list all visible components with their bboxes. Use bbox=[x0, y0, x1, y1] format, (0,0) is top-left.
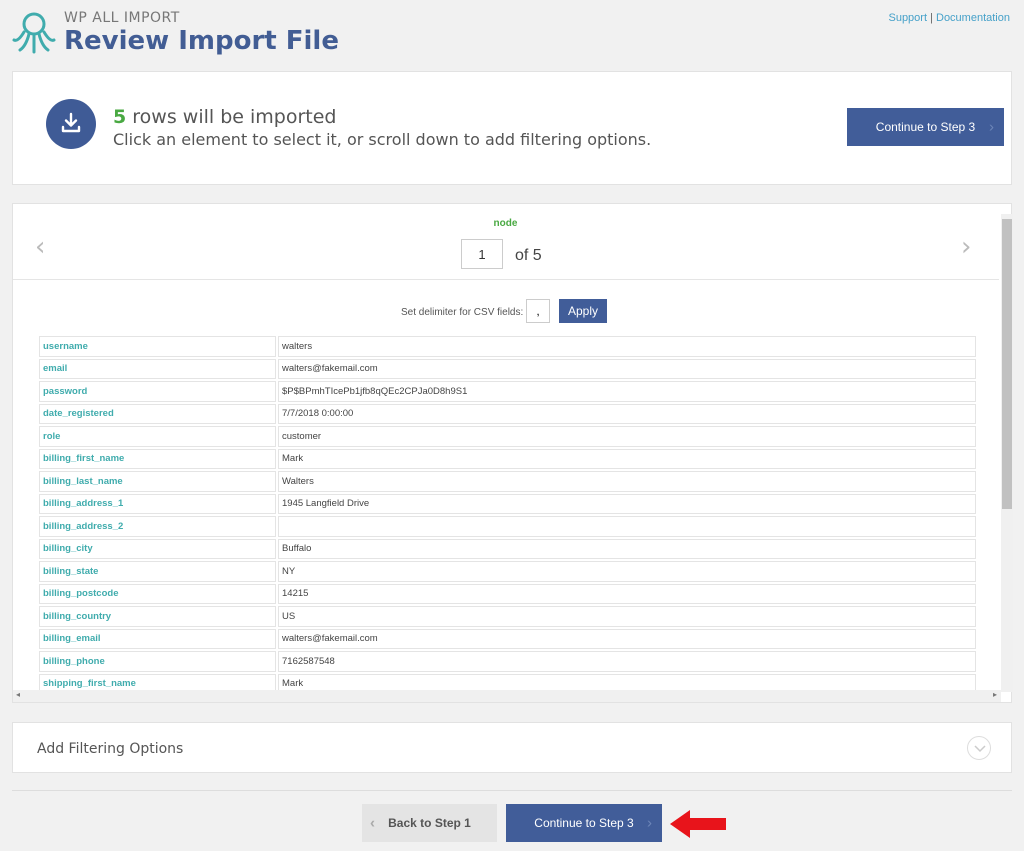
table-row[interactable]: billing_first_name Mark bbox=[39, 448, 976, 469]
field-key[interactable]: billing_postcode bbox=[39, 583, 276, 604]
delimiter-label: Set delimiter for CSV fields: bbox=[401, 307, 524, 318]
record-table-wrap: username walters email walters@fakemail.com… bbox=[37, 334, 977, 690]
field-key[interactable]: billing_first_name bbox=[39, 448, 276, 469]
table-row[interactable]: billing_last_name Walters bbox=[39, 471, 976, 492]
page-title: Review Import File bbox=[64, 26, 339, 56]
vertical-scrollbar[interactable] bbox=[1001, 214, 1013, 692]
table-row[interactable]: date_registered 7/7/2018 0:00:00 bbox=[39, 403, 976, 424]
continue-label: Continue to Step 3 bbox=[875, 120, 976, 134]
node-label: node bbox=[493, 218, 518, 229]
table-row[interactable]: username walters bbox=[39, 336, 976, 357]
record-number-input[interactable] bbox=[461, 239, 503, 269]
table-row[interactable]: billing_city Buffalo bbox=[39, 538, 976, 559]
record-total: of 5 bbox=[515, 247, 542, 264]
prev-record-chevron-left-icon[interactable]: ‹ bbox=[35, 232, 45, 262]
delimiter-input[interactable] bbox=[526, 299, 550, 323]
continue-label-bottom: Continue to Step 3 bbox=[534, 816, 634, 830]
vertical-scrollbar-thumb[interactable] bbox=[1002, 219, 1012, 509]
chevron-right-icon: › bbox=[647, 814, 652, 832]
field-value[interactable]: 7/7/2018 0:00:00 bbox=[278, 403, 976, 424]
field-value[interactable]: US bbox=[278, 606, 976, 627]
field-value[interactable]: Buffalo bbox=[278, 538, 976, 559]
field-value[interactable]: 7162587548 bbox=[278, 651, 976, 672]
record-viewer: node ‹ › of 5 Set delimiter for CSV fiel… bbox=[12, 203, 1013, 703]
field-value[interactable]: walters@fakemail.com bbox=[278, 358, 976, 379]
octopus-logo-icon bbox=[12, 12, 56, 54]
field-key[interactable]: username bbox=[39, 336, 276, 357]
next-record-chevron-right-icon[interactable]: › bbox=[961, 232, 971, 262]
link-separator: | bbox=[930, 12, 933, 24]
table-row[interactable]: email walters@fakemail.com bbox=[39, 358, 976, 379]
record-table-body: username walters email walters@fakemail.com… bbox=[39, 336, 976, 690]
import-summary-panel: 5 rows will be imported Click an element… bbox=[12, 71, 1012, 185]
horizontal-scrollbar[interactable]: ◂ ▸ bbox=[13, 690, 1001, 702]
table-row[interactable]: billing_postcode 14215 bbox=[39, 583, 976, 604]
field-key[interactable]: billing_state bbox=[39, 561, 276, 582]
field-key[interactable]: billing_address_2 bbox=[39, 516, 276, 537]
rows-count-line: 5 rows will be imported bbox=[113, 106, 336, 128]
field-value[interactable]: walters bbox=[278, 336, 976, 357]
chevron-left-icon: ‹ bbox=[370, 814, 375, 832]
field-key[interactable]: billing_city bbox=[39, 538, 276, 559]
continue-to-step-3-button-top[interactable]: Continue to Step 3 › bbox=[847, 108, 1004, 146]
field-key[interactable]: shipping_first_name bbox=[39, 673, 276, 690]
field-value[interactable]: 1945 Langfield Drive bbox=[278, 493, 976, 514]
continue-to-step-3-button-bottom[interactable]: Continue to Step 3 › bbox=[506, 804, 662, 842]
table-row[interactable]: role customer bbox=[39, 426, 976, 447]
table-row[interactable]: billing_address_2 bbox=[39, 516, 976, 537]
filtering-options-panel[interactable]: Add Filtering Options bbox=[12, 722, 1012, 773]
expand-filtering-toggle[interactable] bbox=[967, 736, 991, 760]
download-badge bbox=[46, 99, 96, 149]
field-value[interactable]: NY bbox=[278, 561, 976, 582]
field-key[interactable]: billing_address_1 bbox=[39, 493, 276, 514]
apply-delimiter-button[interactable]: Apply bbox=[559, 299, 607, 323]
table-row[interactable]: billing_email walters@fakemail.com bbox=[39, 628, 976, 649]
selection-hint: Click an element to select it, or scroll… bbox=[113, 130, 652, 149]
chevron-down-icon bbox=[974, 745, 986, 753]
header: WP ALL IMPORT Review Import File Support… bbox=[0, 0, 1024, 70]
scroll-right-icon[interactable]: ▸ bbox=[993, 690, 997, 699]
chevron-right-icon: › bbox=[989, 118, 994, 136]
footer-divider bbox=[12, 790, 1012, 791]
field-value[interactable]: Mark bbox=[278, 448, 976, 469]
field-value[interactable]: $P$BPmhTIcePb1jfb8qQEc2CPJa0D8h9S1 bbox=[278, 381, 976, 402]
field-value[interactable]: customer bbox=[278, 426, 976, 447]
back-label: Back to Step 1 bbox=[388, 816, 471, 830]
red-arrow-icon bbox=[670, 810, 726, 838]
support-link[interactable]: Support bbox=[888, 12, 927, 24]
field-key[interactable]: date_registered bbox=[39, 403, 276, 424]
table-row[interactable]: billing_state NY bbox=[39, 561, 976, 582]
table-row[interactable]: shipping_first_name Mark bbox=[39, 673, 976, 690]
field-key[interactable]: billing_last_name bbox=[39, 471, 276, 492]
table-row[interactable]: billing_address_1 1945 Langfield Drive bbox=[39, 493, 976, 514]
back-to-step-1-button[interactable]: ‹ Back to Step 1 bbox=[362, 804, 497, 842]
field-key[interactable]: email bbox=[39, 358, 276, 379]
field-key[interactable]: billing_email bbox=[39, 628, 276, 649]
table-row[interactable]: billing_country US bbox=[39, 606, 976, 627]
table-row[interactable]: billing_phone 7162587548 bbox=[39, 651, 976, 672]
field-value[interactable]: 14215 bbox=[278, 583, 976, 604]
field-key[interactable]: billing_phone bbox=[39, 651, 276, 672]
download-icon bbox=[61, 112, 81, 133]
field-key[interactable]: role bbox=[39, 426, 276, 447]
record-table: username walters email walters@fakemail.com… bbox=[37, 334, 977, 690]
documentation-link[interactable]: Documentation bbox=[936, 12, 1010, 24]
table-row[interactable]: password $P$BPmhTIcePb1jfb8qQEc2CPJa0D8h9… bbox=[39, 381, 976, 402]
field-value[interactable]: Mark bbox=[278, 673, 976, 690]
field-value[interactable]: walters@fakemail.com bbox=[278, 628, 976, 649]
brand-name: WP ALL IMPORT bbox=[64, 10, 180, 26]
field-value[interactable] bbox=[278, 516, 976, 537]
rows-count: 5 bbox=[113, 106, 127, 128]
field-key[interactable]: billing_country bbox=[39, 606, 276, 627]
field-key[interactable]: password bbox=[39, 381, 276, 402]
filtering-title: Add Filtering Options bbox=[37, 741, 184, 757]
top-links: Support | Documentation bbox=[888, 12, 1010, 24]
viewer-divider bbox=[13, 279, 999, 280]
rows-text: rows will be imported bbox=[132, 106, 337, 128]
scroll-left-icon[interactable]: ◂ bbox=[16, 690, 20, 699]
field-value[interactable]: Walters bbox=[278, 471, 976, 492]
